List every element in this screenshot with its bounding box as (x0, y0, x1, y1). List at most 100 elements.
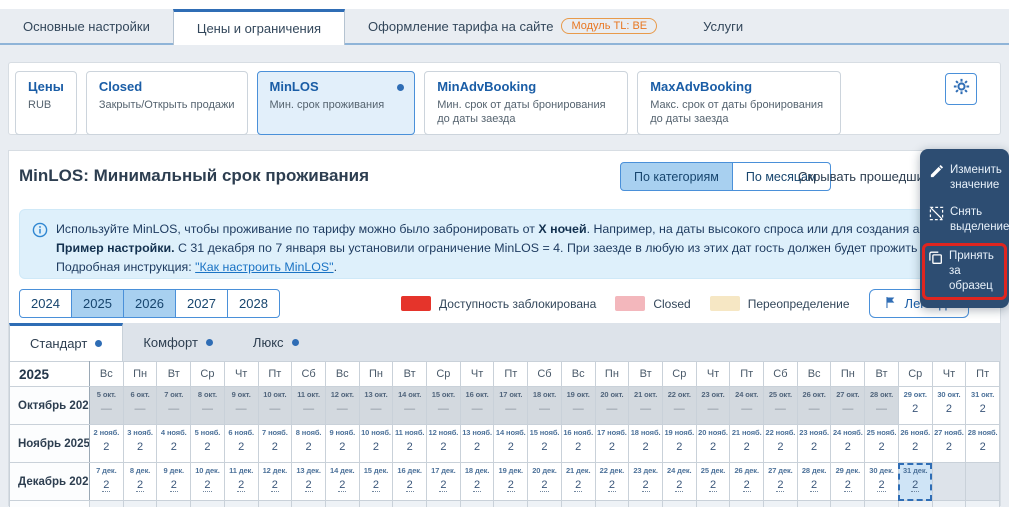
day-cell[interactable]: 13 нояб.2 (460, 425, 494, 463)
day-cell[interactable]: 11 дек.2 (224, 463, 258, 501)
tab-main-settings[interactable]: Основные настройки (0, 9, 173, 43)
card-minlos[interactable]: MinLOSМин. срок проживания (257, 71, 416, 135)
tab-prices-restrictions[interactable]: Цены и ограничения (173, 9, 345, 45)
day-cell[interactable]: 11 нояб.2 (393, 425, 427, 463)
day-cell[interactable]: 5 нояб.2 (191, 425, 225, 463)
day-cell[interactable]: 14 дек.2 (325, 463, 359, 501)
cell-date: 31 окт. (966, 390, 999, 399)
day-cell[interactable]: 9 дек.2 (157, 463, 191, 501)
card-prices[interactable]: ЦеныRUB (15, 71, 77, 135)
minlos-table: 2025ВсПнВтСрЧтПтСбВсПнВтСрЧтПтСбВсПнВтСр… (9, 361, 1000, 507)
year-button-2024[interactable]: 2024 (19, 289, 72, 318)
category-tab-Комфорт[interactable]: Комфорт (123, 323, 233, 361)
card-closed[interactable]: ClosedЗакрыть/Открыть продажи (86, 71, 248, 135)
day-cell[interactable]: 2 нояб.2 (90, 425, 124, 463)
day-cell[interactable]: 31 окт.2 (966, 387, 1000, 425)
day-cell[interactable]: 30 окт.2 (932, 387, 966, 425)
cell-value: — (697, 403, 730, 415)
day-cell[interactable]: 25 дек.2 (696, 463, 730, 501)
year-button-2025[interactable]: 2025 (71, 289, 124, 318)
day-cell[interactable]: 22 дек.2 (595, 463, 629, 501)
day-cell[interactable]: 10 дек.2 (191, 463, 225, 501)
day-cell (696, 501, 730, 507)
day-cell[interactable]: 13 дек.2 (292, 463, 326, 501)
cell-date: 23 нояб. (798, 428, 831, 437)
card-maxadvbooking[interactable]: MaxAdvBookingМакс. срок от даты брониров… (637, 71, 841, 135)
day-cell (629, 501, 663, 507)
day-cell[interactable]: 27 нояб.2 (932, 425, 966, 463)
cell-selected[interactable]: 31 дек.2 (898, 463, 932, 501)
menu-item-deselect[interactable]: Снять выделение (924, 199, 1005, 241)
day-cell[interactable]: 21 нояб.2 (730, 425, 764, 463)
day-cell[interactable]: 7 нояб.2 (258, 425, 292, 463)
cell-date: 3 нояб. (124, 428, 157, 437)
category-tab-Стандарт[interactable]: Стандарт (9, 323, 123, 361)
day-cell: 22 окт.— (662, 387, 696, 425)
day-cell[interactable]: 19 нояб.2 (662, 425, 696, 463)
day-cell[interactable]: 24 нояб.2 (831, 425, 865, 463)
day-cell[interactable]: 10 нояб.2 (359, 425, 393, 463)
cell-value: — (90, 403, 123, 415)
day-cell[interactable]: 21 дек.2 (561, 463, 595, 501)
day-header: Пт (258, 362, 292, 387)
day-cell[interactable]: 23 дек.2 (629, 463, 663, 501)
cell-date: 9 нояб. (326, 428, 359, 437)
day-cell[interactable]: 25 нояб.2 (865, 425, 899, 463)
day-cell[interactable]: 26 дек.2 (730, 463, 764, 501)
day-cell[interactable]: 29 дек.2 (831, 463, 865, 501)
day-cell[interactable]: 14 нояб.2 (494, 425, 528, 463)
day-cell[interactable]: 18 нояб.2 (629, 425, 663, 463)
tab-services[interactable]: Услуги (680, 9, 766, 43)
day-cell[interactable]: 20 дек.2 (528, 463, 562, 501)
day-cell[interactable]: 9 нояб.2 (325, 425, 359, 463)
year-button-2027[interactable]: 2027 (175, 289, 228, 318)
tab-site-design[interactable]: Оформление тарифа на сайтеМодуль TL: BE (345, 9, 680, 43)
day-cell[interactable]: 12 дек.2 (258, 463, 292, 501)
day-cell: 21 окт.— (629, 387, 663, 425)
day-cell[interactable]: 8 нояб.2 (292, 425, 326, 463)
table-row-partial (10, 501, 1000, 507)
cell-value: — (427, 403, 460, 415)
day-cell[interactable]: 16 нояб.2 (561, 425, 595, 463)
day-cell[interactable]: 16 дек.2 (393, 463, 427, 501)
day-cell[interactable]: 7 дек.2 (90, 463, 124, 501)
day-cell[interactable]: 26 нояб.2 (898, 425, 932, 463)
day-cell[interactable]: 6 нояб.2 (224, 425, 258, 463)
day-cell[interactable]: 23 нояб.2 (797, 425, 831, 463)
minlos-help-link[interactable]: "Как настроить MinLOS" (195, 260, 333, 274)
year-button-2026[interactable]: 2026 (123, 289, 176, 318)
day-cell[interactable]: 15 нояб.2 (528, 425, 562, 463)
settings-button[interactable] (945, 73, 977, 105)
day-cell (966, 501, 1000, 507)
day-cell[interactable]: 17 нояб.2 (595, 425, 629, 463)
day-cell[interactable]: 24 дек.2 (662, 463, 696, 501)
day-cell[interactable]: 28 дек.2 (797, 463, 831, 501)
day-cell[interactable]: 4 нояб.2 (157, 425, 191, 463)
day-cell[interactable]: 12 нояб.2 (427, 425, 461, 463)
cell-value: — (629, 403, 662, 415)
day-cell[interactable]: 18 дек.2 (460, 463, 494, 501)
day-cell[interactable]: 3 нояб.2 (123, 425, 157, 463)
cell-date: 12 нояб. (427, 428, 460, 437)
card-minadvbooking[interactable]: MinAdvBookingМин. срок от даты бронирова… (424, 71, 628, 135)
day-cell[interactable]: 28 нояб.2 (966, 425, 1000, 463)
menu-item-pencil[interactable]: Изменить значение (924, 157, 1005, 199)
cell-date: 22 окт. (663, 390, 696, 399)
menu-item-copy[interactable]: Принять за образец (922, 243, 1007, 300)
day-cell[interactable]: 29 окт.2 (898, 387, 932, 425)
by-categories-button[interactable]: По категориям (620, 162, 733, 191)
category-tab-Люкс[interactable]: Люкс (233, 323, 319, 361)
day-cell[interactable]: 30 дек.2 (865, 463, 899, 501)
day-cell[interactable]: 22 нояб.2 (764, 425, 798, 463)
day-cell[interactable]: 8 дек.2 (123, 463, 157, 501)
day-cell[interactable]: 20 нояб.2 (696, 425, 730, 463)
day-cell[interactable]: 15 дек.2 (359, 463, 393, 501)
day-header: Пн (359, 362, 393, 387)
day-cell[interactable]: 19 дек.2 (494, 463, 528, 501)
day-cell (90, 501, 124, 507)
day-cell[interactable]: 27 дек.2 (764, 463, 798, 501)
day-cell[interactable]: 17 дек.2 (427, 463, 461, 501)
day-cell (258, 501, 292, 507)
month-row: Ноябрь 20252 нояб.23 нояб.24 нояб.25 ноя… (10, 425, 1000, 463)
year-button-2028[interactable]: 2028 (227, 289, 280, 318)
